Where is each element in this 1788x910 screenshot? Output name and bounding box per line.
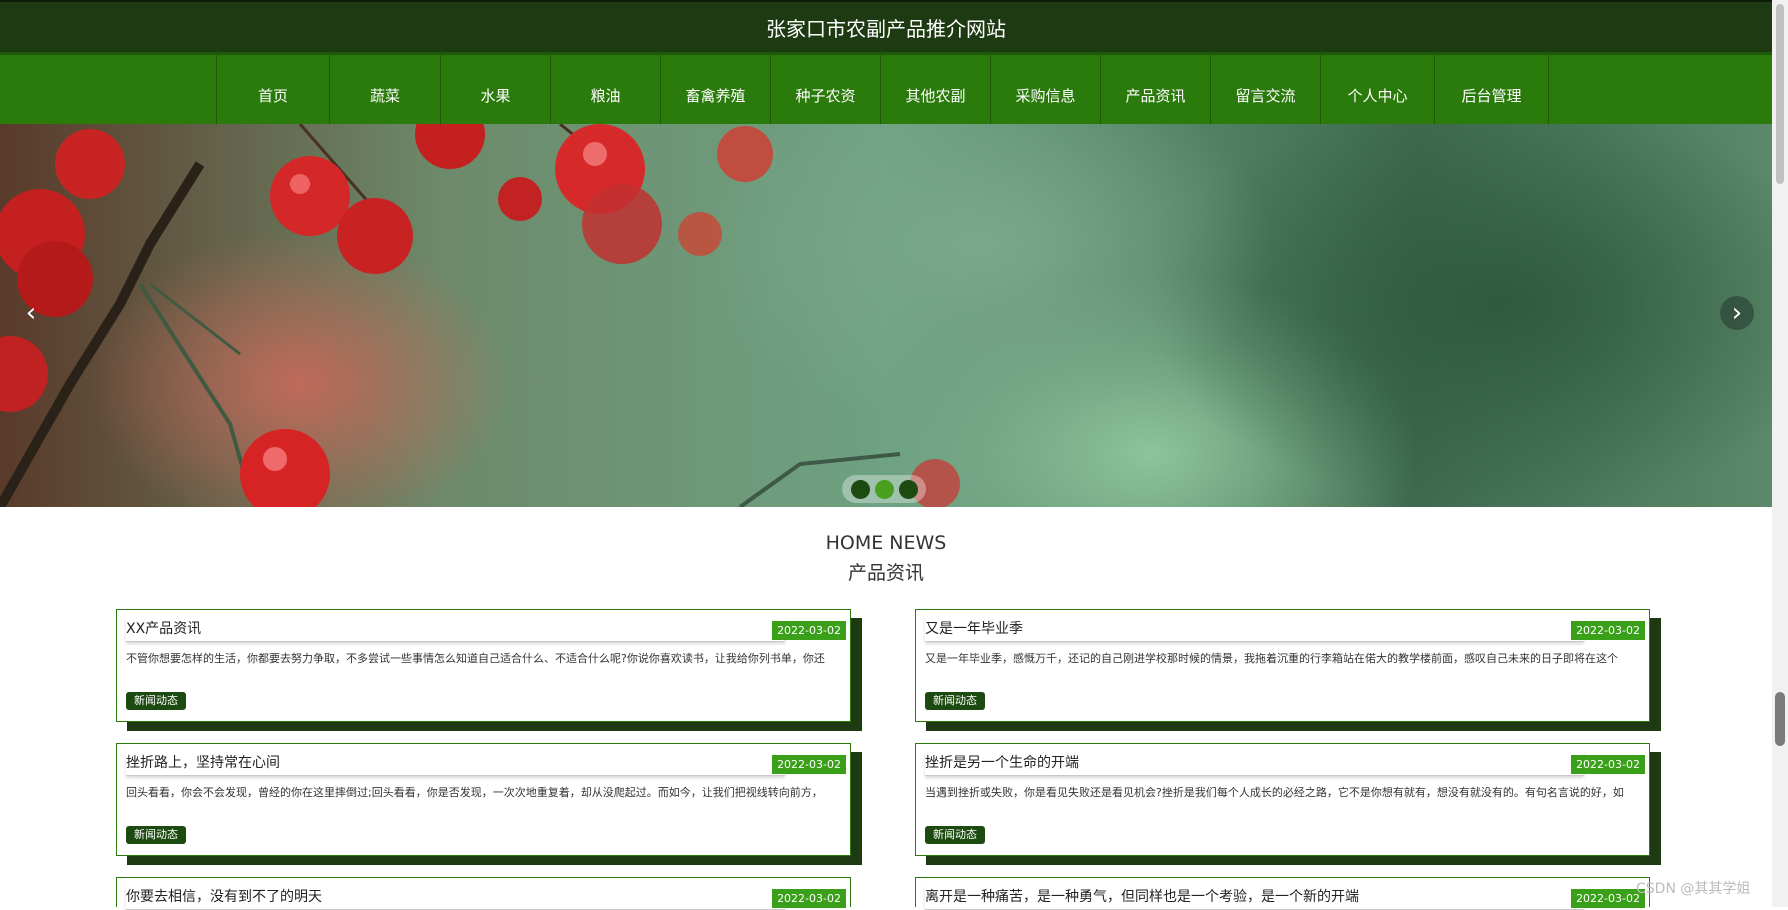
main-nav: 首页 蔬菜 水果 粮油 畜禽养殖 种子农资 其他农副 采购信息 产品资讯 留言交… (0, 52, 1772, 124)
section-title-cn: 产品资讯 (847, 562, 924, 584)
carousel-dot-active[interactable] (874, 479, 894, 499)
news-card[interactable]: 离开是一种痛苦，是一种勇气，但同样也是一个考验，是一个新的开端 2022-03-… (915, 877, 1650, 910)
nav-item-profile[interactable]: 个人中心 (1321, 55, 1435, 124)
news-date: 2022-03-02 (1571, 755, 1645, 774)
news-tag[interactable]: 新闻动态 (126, 826, 186, 844)
scrollbar-thumb[interactable] (1776, 4, 1784, 184)
news-date: 2022-03-02 (772, 621, 846, 640)
chevron-left-icon: ‹ (25, 298, 37, 328)
news-date: 2022-03-02 (1571, 621, 1645, 640)
nav-label: 蔬菜 (369, 87, 400, 105)
scrollbar-thumb-secondary[interactable] (1775, 692, 1785, 746)
carousel-dot[interactable] (850, 479, 870, 499)
nav-item-other[interactable]: 其他农副 (881, 55, 991, 124)
nav-label: 首页 (257, 87, 288, 105)
news-date: 2022-03-02 (772, 889, 846, 908)
nav-item-news[interactable]: 产品资讯 (1101, 55, 1211, 124)
news-card[interactable]: XX产品资讯 2022-03-02 不管你想要怎样的生活，你都要去努力争取，不多… (116, 609, 851, 722)
nav-label: 后台管理 (1461, 87, 1522, 105)
news-tag[interactable]: 新闻动态 (925, 692, 985, 710)
news-tag[interactable]: 新闻动态 (126, 692, 186, 710)
nav-item-livestock[interactable]: 畜禽养殖 (661, 55, 771, 124)
watermark: CSDN @其其学姐 (1636, 881, 1751, 897)
nav-label: 留言交流 (1235, 87, 1296, 105)
nav-item-purchase[interactable]: 采购信息 (991, 55, 1101, 124)
nav-item-home[interactable]: 首页 (217, 55, 330, 124)
news-date: 2022-03-02 (772, 755, 846, 774)
news-card[interactable]: 又是一年毕业季 2022-03-02 又是一年毕业季，感慨万千，还记的自己刚进学… (915, 609, 1650, 722)
nav-label: 产品资讯 (1125, 87, 1186, 105)
news-date: 2022-03-02 (1571, 889, 1645, 908)
news-title[interactable]: 你要去相信，没有到不了的明天 (126, 885, 785, 910)
site-title: 张家口市农副产品推介网站 (766, 16, 1006, 41)
news-summary: 又是一年毕业季，感慨万千，还记的自己刚进学校那时候的情景，我拖着沉重的行李箱站在… (925, 652, 1618, 665)
nav-item-messages[interactable]: 留言交流 (1211, 55, 1321, 124)
nav-item-seeds[interactable]: 种子农资 (771, 55, 881, 124)
nav-label: 种子农资 (795, 87, 856, 105)
carousel-indicators (842, 475, 926, 503)
carousel-next-button[interactable]: › (1720, 296, 1754, 330)
news-card[interactable]: 挫折是另一个生命的开端 2022-03-02 当遇到挫折或失败，你是看见失败还是… (915, 743, 1650, 856)
section-title-en: HOME NEWS (825, 532, 947, 554)
banner-carousel (0, 124, 1772, 507)
site-header: 张家口市农副产品推介网站 (0, 0, 1772, 52)
news-card[interactable]: 挫折路上，坚持常在心间 2022-03-02 回头看看，你会不会发现，曾经的你在… (116, 743, 851, 856)
news-summary: 不管你想要怎样的生活，你都要去努力争取，不多尝试一些事情怎么知道自己适合什么、不… (126, 652, 825, 665)
page-scrollbar[interactable] (1772, 0, 1788, 907)
nav-item-grain-oil[interactable]: 粮油 (551, 55, 661, 124)
news-title[interactable]: 又是一年毕业季 (925, 617, 1584, 642)
nav-item-vegetables[interactable]: 蔬菜 (330, 55, 441, 124)
news-summary: 回头看看，你会不会发现，曾经的你在这里摔倒过;回头看看，你是否发现，一次次地重复… (126, 786, 823, 799)
news-tag[interactable]: 新闻动态 (925, 826, 985, 844)
nav-label: 水果 (480, 87, 511, 105)
carousel-dot[interactable] (898, 479, 918, 499)
nav-label: 畜禽养殖 (685, 87, 746, 105)
nav-item-admin[interactable]: 后台管理 (1435, 55, 1549, 124)
chevron-right-icon: › (1731, 298, 1743, 328)
carousel-prev-button[interactable]: ‹ (14, 296, 48, 330)
banner-image (0, 124, 960, 507)
nav-label: 其他农副 (905, 87, 966, 105)
nav-label: 个人中心 (1347, 87, 1408, 105)
news-card[interactable]: 你要去相信，没有到不了的明天 2022-03-02 (116, 877, 851, 910)
nav-label: 采购信息 (1015, 87, 1076, 105)
news-title[interactable]: 离开是一种痛苦，是一种勇气，但同样也是一个考验，是一个新的开端 (925, 885, 1584, 910)
nav-label: 粮油 (590, 87, 621, 105)
news-title[interactable]: 挫折是另一个生命的开端 (925, 751, 1584, 776)
news-title[interactable]: 挫折路上，坚持常在心间 (126, 751, 785, 776)
nav-item-fruit[interactable]: 水果 (441, 55, 551, 124)
news-title[interactable]: XX产品资讯 (126, 617, 785, 642)
nav-list: 首页 蔬菜 水果 粮油 畜禽养殖 种子农资 其他农副 采购信息 产品资讯 留言交… (216, 55, 1549, 124)
news-summary: 当遇到挫折或失败，你是看见失败还是看见机会?挫折是我们每个人成长的必经之路，它不… (925, 786, 1624, 799)
